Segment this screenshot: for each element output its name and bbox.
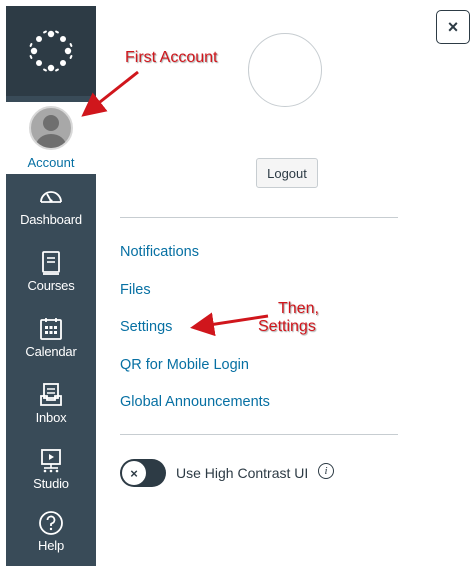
nav-item-account[interactable]: Account bbox=[6, 102, 96, 174]
close-button[interactable]: × bbox=[436, 10, 470, 44]
help-icon bbox=[39, 511, 63, 535]
divider bbox=[120, 434, 398, 435]
avatar-icon bbox=[29, 106, 73, 150]
calendar-icon bbox=[40, 318, 62, 340]
nav-item-label: Courses bbox=[27, 278, 75, 293]
annotation-settings: Settings bbox=[258, 318, 316, 335]
canvas-logo[interactable] bbox=[6, 6, 96, 96]
nav-item-label: Account bbox=[27, 155, 75, 170]
nav-item-label: Inbox bbox=[35, 410, 67, 425]
nav-item-label: Studio bbox=[33, 476, 69, 491]
info-icon[interactable]: i bbox=[318, 463, 334, 479]
link-files[interactable]: Files bbox=[120, 282, 151, 298]
nav-item-label: Help bbox=[38, 538, 64, 553]
studio-icon bbox=[41, 449, 61, 473]
toggle-knob: × bbox=[122, 461, 146, 485]
courses-icon bbox=[42, 251, 60, 275]
logout-button[interactable]: Logout bbox=[256, 158, 318, 188]
nav-item-courses[interactable]: Courses bbox=[6, 242, 96, 308]
nav-item-inbox[interactable]: Inbox bbox=[6, 374, 96, 440]
dashboard-icon bbox=[40, 191, 62, 203]
nav-item-calendar[interactable]: Calendar bbox=[6, 308, 96, 374]
nav-item-dashboard[interactable]: Dashboard bbox=[6, 176, 96, 242]
divider bbox=[120, 217, 398, 218]
nav-item-label: Dashboard bbox=[20, 212, 82, 227]
high-contrast-label: Use High Contrast UI bbox=[176, 465, 309, 481]
nav-item-help[interactable]: Help bbox=[6, 502, 96, 568]
canvas-logo-icon bbox=[29, 30, 73, 72]
link-global-announcements[interactable]: Global Announcements bbox=[120, 394, 270, 410]
high-contrast-toggle[interactable]: × bbox=[120, 459, 166, 487]
profile-avatar[interactable] bbox=[248, 33, 322, 107]
global-nav: Account Dashboard Courses Calendar Inbox… bbox=[6, 6, 96, 566]
link-notifications[interactable]: Notifications bbox=[120, 244, 199, 260]
nav-item-studio[interactable]: Studio bbox=[6, 440, 96, 506]
nav-item-label: Calendar bbox=[25, 344, 77, 359]
close-icon: × bbox=[447, 16, 459, 37]
annotation-first-account: First Account bbox=[125, 49, 218, 66]
annotation-then: Then, bbox=[278, 300, 319, 317]
link-qr-mobile-login[interactable]: QR for Mobile Login bbox=[120, 357, 249, 373]
link-settings[interactable]: Settings bbox=[120, 319, 172, 335]
inbox-icon bbox=[40, 383, 62, 406]
